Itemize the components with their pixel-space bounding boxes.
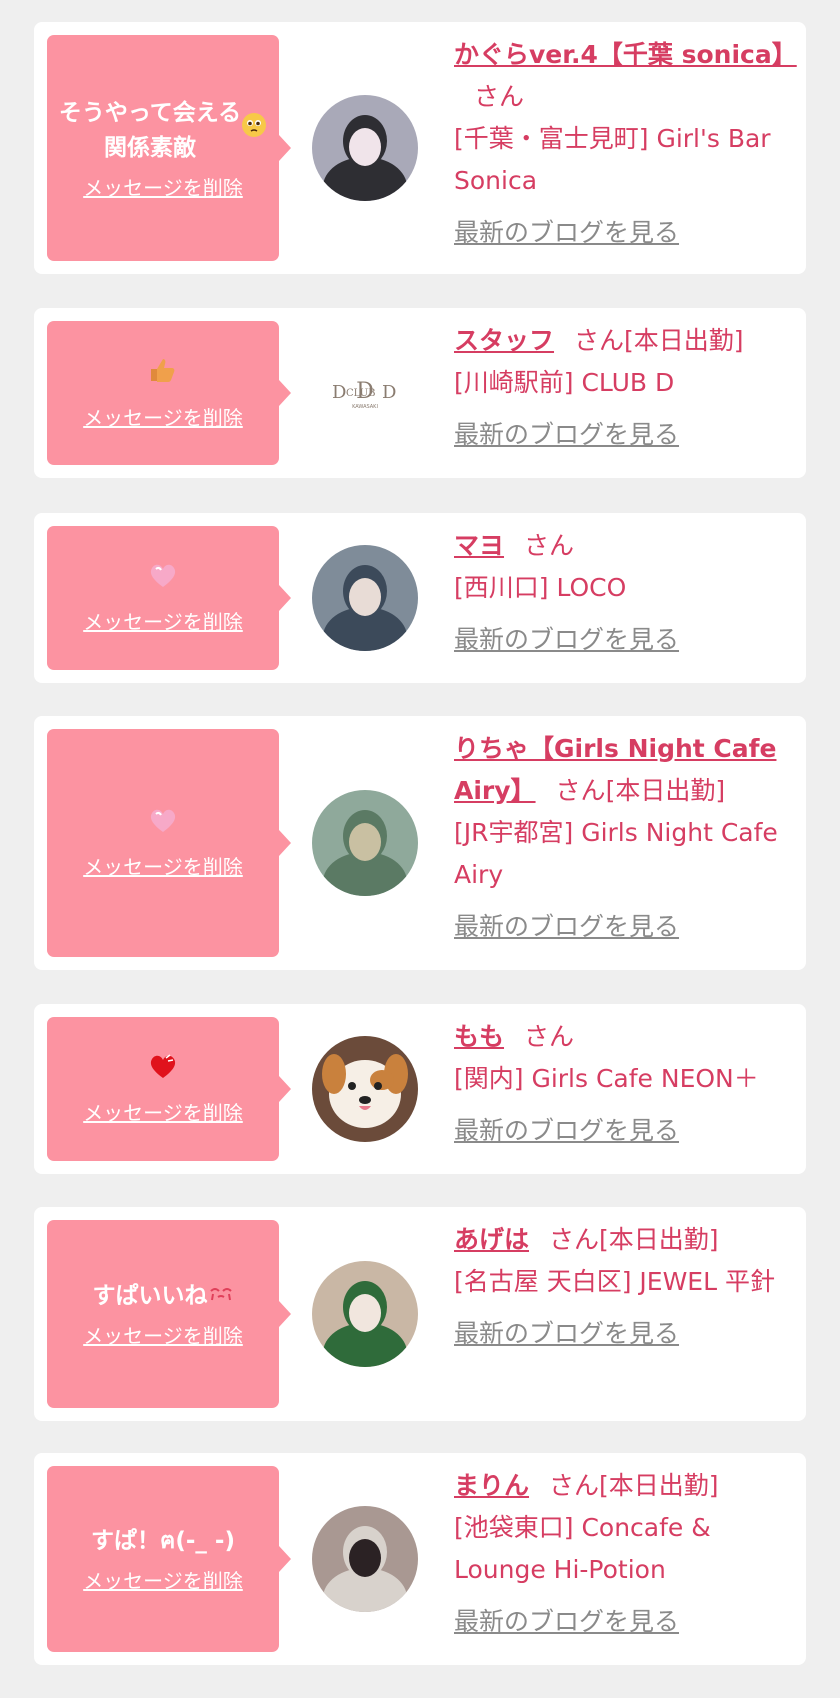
attendance-status: [本日出勤] [599, 1225, 719, 1254]
red-heart-emoji-icon [148, 1052, 178, 1091]
delete-message-link[interactable]: メッセージを削除 [83, 851, 243, 880]
honorific: さん [524, 1022, 575, 1051]
pink-heart-emoji-icon [148, 561, 178, 600]
shop-name: [川崎駅前] CLUB D [454, 368, 675, 397]
latest-blog-link[interactable]: 最新のブログを見る [454, 906, 679, 948]
message-card: メッセージを削除 もも さん [関内] Girls Cafe NEON＋ 最新のブログを… [34, 1004, 806, 1174]
photo-avatar-icon [312, 790, 418, 896]
cast-info: あげは さん[本日出勤] [名古屋 天白区] JEWEL 平針最新のブログを見る [454, 1219, 792, 1355]
attendance-status: [本日出勤] [605, 776, 726, 805]
message-text [138, 1052, 188, 1091]
latest-blog-link[interactable]: 最新のブログを見る [454, 212, 679, 254]
message-bubble: すぱ！ฅ(-_ -) メッセージを削除 [47, 1466, 291, 1652]
message-bubble: すぱいいねメッセージを削除 [47, 1220, 291, 1408]
delete-message-link[interactable]: メッセージを削除 [83, 402, 243, 431]
cast-name-link[interactable]: まりん [454, 1471, 529, 1500]
shop-logo[interactable]: D D CLUB D KAWASAKI [312, 340, 418, 446]
message-text-content: すぱ！ฅ(-_ -) [90, 1528, 235, 1554]
cast-name-link[interactable]: スタッフ [454, 326, 554, 355]
latest-blog-link[interactable]: 最新のブログを見る [454, 414, 679, 456]
message-card: メッセージを削除 D D CLUB D KAWASAKI スタッフ さん[本日出勤] [川崎駅前… [34, 308, 806, 478]
cast-name-link[interactable]: かぐらver.4【千葉 sonica】 [454, 40, 797, 69]
message-card: すぱいいねメッセージを削除 あげは さん[本日出勤] [名古屋 天白区] JEWEL … [34, 1207, 806, 1421]
svg-text:D: D [332, 382, 346, 403]
svg-text:CLUB: CLUB [346, 388, 376, 399]
message-card: メッセージを削除 マヨ さん [西川口] LOCO 最新のブログを見る [34, 513, 806, 683]
dog-avatar-icon [312, 1036, 418, 1142]
message-bubble: メッセージを削除 [47, 729, 291, 957]
cast-avatar[interactable] [312, 1036, 418, 1142]
cast-info: まりん さん[本日出勤] [池袋東口] Concafe & Lounge Hi-Po… [454, 1465, 792, 1643]
honorific: さん [524, 531, 575, 560]
cast-info: りちゃ【Girls Night Cafe Airy】 さん[本日出勤] [JR宇都宮… [454, 728, 792, 948]
attendance-status: [本日出勤] [624, 326, 744, 355]
message-card: すぱ！ฅ(-_ -) メッセージを削除 まりん さん[本日出勤] [池袋東口] Conc… [34, 1453, 806, 1665]
svg-text:D: D [382, 382, 396, 403]
delete-message-link[interactable]: メッセージを削除 [83, 172, 243, 201]
latest-blog-link[interactable]: 最新のブログを見る [454, 1601, 679, 1643]
photo-avatar-icon [312, 545, 418, 651]
delete-message-link[interactable]: メッセージを削除 [83, 1320, 243, 1349]
honorific: さん [549, 1225, 600, 1254]
cast-avatar[interactable] [312, 95, 418, 201]
delete-message-link[interactable]: メッセージを削除 [83, 1097, 243, 1126]
latest-blog-link[interactable]: 最新のブログを見る [454, 1313, 679, 1355]
crying-emoji-icon [208, 1279, 234, 1314]
pleading-face-emoji-icon [241, 112, 267, 149]
svg-text:KAWASAKI: KAWASAKI [352, 404, 378, 410]
message-text-content: すぱいいね [92, 1283, 208, 1309]
cast-avatar[interactable] [312, 790, 418, 896]
message-text [137, 355, 189, 396]
honorific: さん [474, 82, 525, 111]
delete-message-link[interactable]: メッセージを削除 [83, 606, 243, 635]
shop-name: [名古屋 天白区] JEWEL 平針 [454, 1267, 775, 1296]
pink-heart-emoji-icon [148, 806, 178, 845]
message-card: そうやって会える 関係素敵 メッセージを削除 かぐらver.4【千葉 sonica】… [34, 22, 806, 274]
cast-avatar[interactable] [312, 1261, 418, 1367]
shop-name: [千葉・富士見町] Girl's Bar Sonica [454, 124, 771, 195]
message-bubble: メッセージを削除 [47, 526, 291, 670]
honorific: さん [574, 326, 625, 355]
message-text [138, 806, 188, 845]
photo-avatar-icon [312, 1261, 418, 1367]
shop-name: [関内] Girls Cafe NEON＋ [454, 1064, 759, 1093]
cast-info: もも さん [関内] Girls Cafe NEON＋ 最新のブログを見る [454, 1016, 792, 1152]
message-card: メッセージを削除 りちゃ【Girls Night Cafe Airy】 さん[本日出… [34, 716, 806, 970]
cast-name-link[interactable]: あげは [454, 1225, 529, 1254]
shop-name: [JR宇都宮] Girls Night Cafe Airy [454, 818, 778, 889]
shop-name: [池袋東口] Concafe & Lounge Hi-Potion [454, 1513, 711, 1584]
latest-blog-link[interactable]: 最新のブログを見る [454, 1110, 679, 1152]
message-bubble: メッセージを削除 [47, 1017, 291, 1161]
message-text: すぱいいね [83, 1279, 244, 1314]
cast-avatar[interactable] [312, 1506, 418, 1612]
photo-avatar-icon [312, 95, 418, 201]
attendance-status: [本日出勤] [599, 1471, 719, 1500]
message-text: すぱ！ฅ(-_ -) [81, 1524, 245, 1559]
cast-info: スタッフ さん[本日出勤] [川崎駅前] CLUB D 最新のブログを見る [454, 320, 792, 456]
message-bubble: メッセージを削除 [47, 321, 291, 465]
cast-info: かぐらver.4【千葉 sonica】さん [千葉・富士見町] Girl's Ba… [454, 34, 797, 254]
cast-info: マヨ さん [西川口] LOCO 最新のブログを見る [454, 525, 792, 661]
photo-avatar-icon [312, 1506, 418, 1612]
latest-blog-link[interactable]: 最新のブログを見る [454, 619, 679, 661]
message-text [138, 561, 188, 600]
honorific: さん [555, 776, 606, 805]
cast-name-link[interactable]: もも [454, 1022, 504, 1051]
message-text-content: そうやって会える 関係素敵 [58, 99, 242, 161]
delete-message-link[interactable]: メッセージを削除 [83, 1565, 243, 1594]
cast-name-link[interactable]: マヨ [454, 531, 504, 560]
message-bubble: そうやって会える 関係素敵メッセージを削除 [47, 35, 291, 261]
club-d-logo-icon: D D CLUB D KAWASAKI [312, 340, 418, 446]
message-text: そうやって会える 関係素敵 [49, 96, 277, 166]
cast-avatar[interactable] [312, 545, 418, 651]
shop-name: [西川口] LOCO [454, 573, 627, 602]
thumbs-up-emoji-icon [147, 355, 179, 396]
honorific: さん [549, 1471, 600, 1500]
